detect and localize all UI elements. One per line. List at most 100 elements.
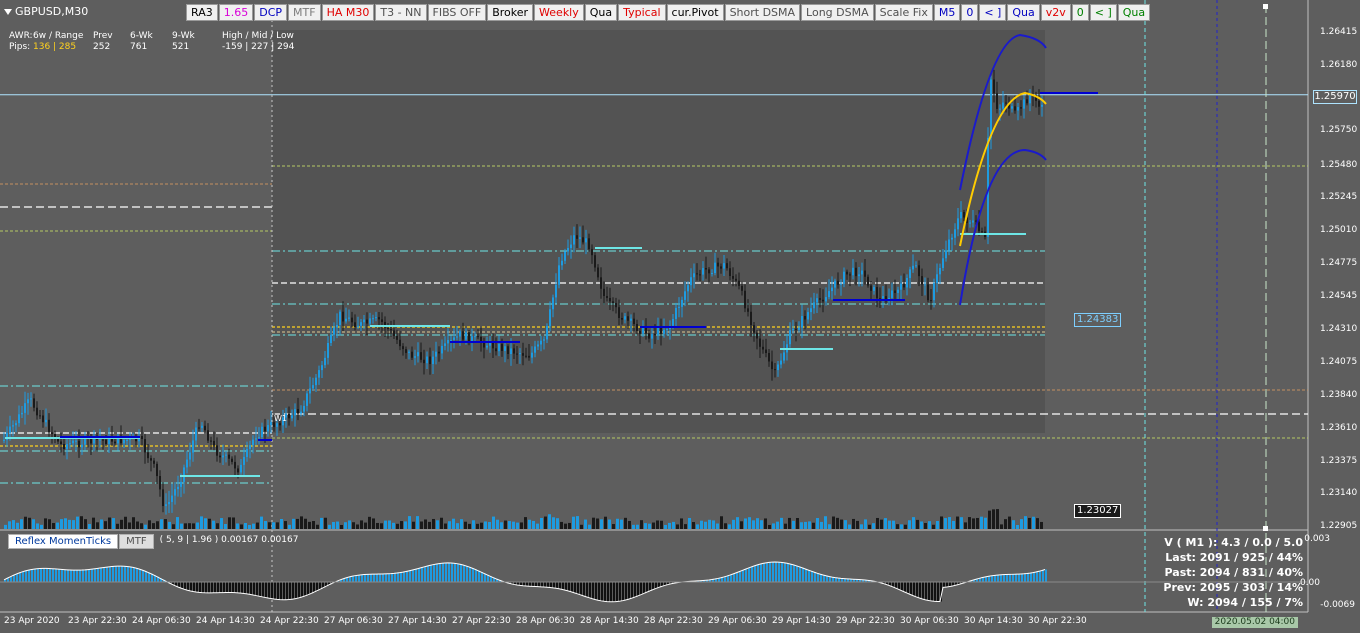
candle-body <box>660 326 662 334</box>
momentum-bar <box>1033 572 1035 582</box>
price-axis-label: 1.24075 <box>1320 357 1358 367</box>
candle-body <box>1023 99 1025 109</box>
volume-bar <box>844 520 847 529</box>
toolbar-button-6[interactable]: FIBS OFF <box>427 4 487 21</box>
momentum-bar <box>586 582 588 597</box>
volume-bar <box>732 519 735 529</box>
volume-bar <box>752 520 755 529</box>
momentum-bar <box>85 569 87 582</box>
candle-body <box>432 356 434 365</box>
volume-bar <box>300 516 303 529</box>
toolbar-button-5[interactable]: T3 - NN <box>375 4 427 21</box>
candle-body <box>30 398 32 400</box>
price-axis-label: 1.23840 <box>1320 390 1358 400</box>
price-axis-label: 1.25010 <box>1320 225 1358 235</box>
toolbar-button-8[interactable]: Weekly <box>534 4 584 21</box>
volume-bar <box>80 516 83 529</box>
volume-bar <box>896 524 899 529</box>
momentum-bar <box>205 582 207 593</box>
candle-body <box>969 222 971 224</box>
candle-body <box>210 440 212 442</box>
volume-bar <box>228 517 231 529</box>
momentum-bar <box>466 565 468 582</box>
toolbar-button-20[interactable]: 0 <box>1071 4 1089 21</box>
price-axis-label: 1.23610 <box>1320 423 1358 433</box>
level-box-upper[interactable]: 1.24383 <box>1074 313 1122 327</box>
momentum-bar <box>268 582 270 599</box>
candle-body <box>723 263 725 269</box>
indicator-name-button[interactable]: Reflex MomenTicks <box>8 534 119 549</box>
candle-body <box>114 441 116 444</box>
toolbar-button-3[interactable]: MTF <box>288 4 321 21</box>
candle-body <box>126 439 128 441</box>
volume-bar <box>384 520 387 529</box>
momentum-bar <box>304 582 306 597</box>
toolbar-button-2[interactable]: DCP <box>254 4 288 21</box>
toolbar-button-12[interactable]: Short DSMA <box>724 4 801 21</box>
momentum-bar <box>16 574 18 582</box>
w1-label: W1 <box>274 414 287 423</box>
toolbar-button-13[interactable]: Long DSMA <box>801 4 874 21</box>
indicator-mtf-button[interactable]: MTF <box>119 534 154 549</box>
server-date-badge: 2020.05.02 04:00 <box>1211 617 1298 628</box>
momentum-bar <box>361 574 363 582</box>
momentum-bar <box>10 576 12 582</box>
volume-bar <box>748 517 751 529</box>
level-box-lower[interactable]: 1.23027 <box>1074 504 1122 518</box>
candle-body <box>18 414 20 424</box>
toolbar-button-16[interactable]: 0 <box>961 4 979 21</box>
momentum-bar <box>19 572 21 582</box>
volume-bar <box>900 524 903 529</box>
toolbar-button-15[interactable]: M5 <box>933 4 961 21</box>
indicator-toolbar: RA3 1.65 DCP MTF HA M30 T3 - NN FIBS OFF Broker… <box>186 4 1151 21</box>
price-axis-label: 1.24545 <box>1320 291 1358 301</box>
momentum-bar <box>733 574 735 582</box>
candle-body <box>165 504 167 507</box>
volume-bar <box>592 517 595 529</box>
candle-body <box>882 296 884 299</box>
candle-body <box>810 308 812 313</box>
toolbar-button-19[interactable]: v2v <box>1040 4 1071 21</box>
candle-body <box>456 336 458 338</box>
momentum-bar <box>388 573 390 582</box>
candle-body <box>588 238 590 250</box>
candle-body <box>567 248 569 252</box>
toolbar-button-18[interactable]: Qua <box>1007 4 1040 21</box>
candle-body <box>828 291 830 298</box>
momentum-bar <box>901 582 903 591</box>
volume-bar <box>328 524 331 529</box>
candle-body <box>693 273 695 278</box>
candle-body <box>474 336 476 338</box>
toolbar-button-11[interactable]: cur.Pivot <box>666 4 724 21</box>
candle-body <box>219 455 221 458</box>
toolbar-button-21[interactable]: < ] <box>1089 4 1117 21</box>
volume-bar <box>236 523 239 529</box>
candle-body <box>762 346 764 350</box>
momentum-bar <box>904 582 906 592</box>
volume-bar <box>336 521 339 529</box>
volume-bar <box>460 519 463 529</box>
momentum-bar <box>895 582 897 588</box>
toolbar-button-22[interactable]: Qua <box>1117 4 1151 21</box>
momentum-bar <box>781 562 783 582</box>
toolbar-button-0[interactable]: RA3 <box>186 4 218 21</box>
momentum-bar <box>1027 573 1029 582</box>
toolbar-button-10[interactable]: Typical <box>618 4 666 21</box>
momentum-bar <box>199 582 201 593</box>
momentum-bar <box>211 582 213 593</box>
volume-bar <box>428 521 431 529</box>
candle-body <box>759 338 761 347</box>
momentum-bar <box>76 570 78 582</box>
toolbar-button-17[interactable]: < ] <box>979 4 1007 21</box>
toolbar-button-14[interactable]: Scale Fix <box>874 4 933 21</box>
symbol-label[interactable]: GBPUSD,M30 <box>4 5 88 18</box>
candle-body <box>69 443 71 445</box>
toolbar-button-1[interactable]: 1.65 <box>218 4 254 21</box>
toolbar-button-7[interactable]: Broker <box>487 4 534 21</box>
time-axis-label: 27 Apr 22:30 <box>452 616 511 626</box>
toolbar-button-9[interactable]: Qua <box>584 4 618 21</box>
vertical-line-handle <box>1263 526 1268 531</box>
volume-bar <box>480 522 483 529</box>
volume-bar <box>356 524 359 529</box>
toolbar-button-4[interactable]: HA M30 <box>321 4 375 21</box>
